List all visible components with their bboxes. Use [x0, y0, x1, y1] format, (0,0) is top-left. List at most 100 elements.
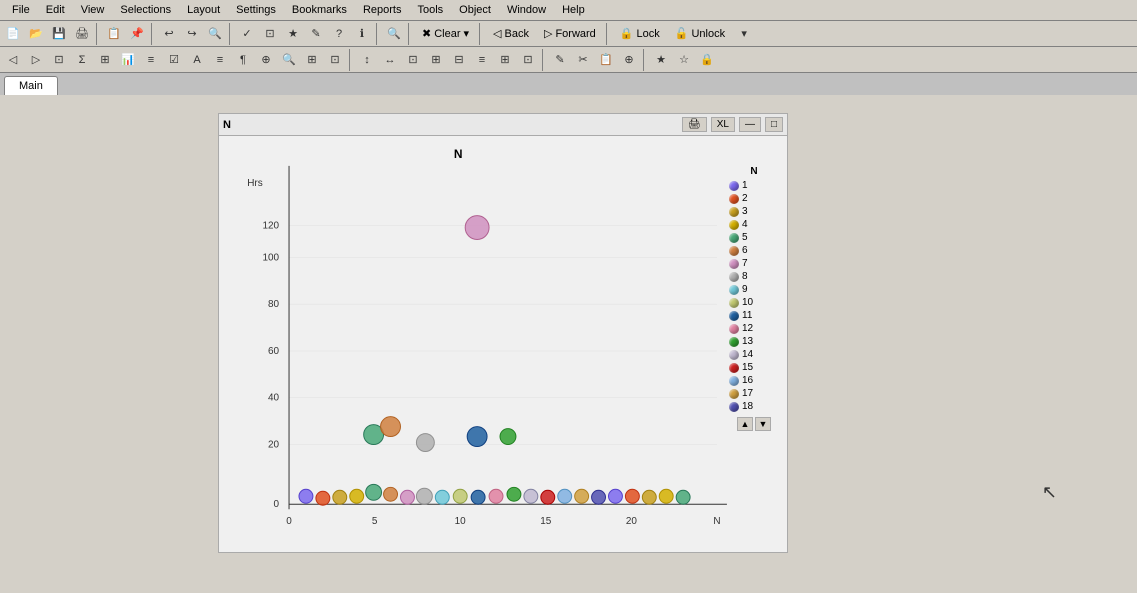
t2-btn12[interactable]: ⊕: [255, 49, 277, 71]
menu-layout[interactable]: Layout: [179, 2, 228, 18]
legend-dot: [729, 233, 739, 243]
t2-btn23[interactable]: ⊡: [517, 49, 539, 71]
legend-item: 1: [729, 179, 779, 192]
t2-btn9[interactable]: A: [186, 49, 208, 71]
print-btn[interactable]: 🖨: [71, 23, 93, 45]
legend-item: 9: [729, 283, 779, 296]
new-btn[interactable]: 📄: [2, 23, 24, 45]
back-icon: ◁: [493, 27, 501, 40]
svg-text:Hrs: Hrs: [247, 178, 262, 189]
undo-btn[interactable]: ↩: [158, 23, 180, 45]
t2-btn19[interactable]: ⊞: [425, 49, 447, 71]
forward-btn[interactable]: ▷ Forward: [537, 23, 603, 45]
t2-btn14[interactable]: ⊞: [301, 49, 323, 71]
legend-num: 17: [742, 387, 753, 400]
svg-text:20: 20: [268, 440, 280, 451]
legend-item: 8: [729, 270, 779, 283]
back-btn[interactable]: ◁ Back: [486, 23, 536, 45]
search2-btn[interactable]: 🔍: [383, 23, 405, 45]
paste-btn[interactable]: 📌: [126, 23, 148, 45]
t2-btn16[interactable]: ↕: [356, 49, 378, 71]
legend-num: 16: [742, 374, 753, 387]
tab-main[interactable]: Main: [4, 76, 58, 95]
legend-num: 14: [742, 348, 753, 361]
t2-btn5[interactable]: ⊞: [94, 49, 116, 71]
legend-dot: [729, 207, 739, 217]
info-btn[interactable]: ℹ: [351, 23, 373, 45]
t2-btn3[interactable]: ⊡: [48, 49, 70, 71]
menu-help[interactable]: Help: [554, 2, 593, 18]
menu-reports[interactable]: Reports: [355, 2, 410, 18]
legend-dot: [729, 363, 739, 373]
t2-btn15[interactable]: ⊡: [324, 49, 346, 71]
menu-file[interactable]: File: [4, 2, 38, 18]
t2-btn20[interactable]: ⊟: [448, 49, 470, 71]
legend-num: 6: [742, 244, 748, 257]
menu-view[interactable]: View: [73, 2, 113, 18]
legend-scroll-up[interactable]: ▲: [737, 417, 753, 431]
t2-btn30[interactable]: 🔒: [696, 49, 718, 71]
unlock-btn[interactable]: 🔓 Unlock: [668, 23, 732, 45]
chart-title-buttons: 🖨 XL — □: [682, 117, 783, 132]
t2-btn6[interactable]: 📊: [117, 49, 139, 71]
legend-scroll-down[interactable]: ▼: [755, 417, 771, 431]
open-btn[interactable]: 📂: [25, 23, 47, 45]
legend-dot: [729, 298, 739, 308]
check-btn[interactable]: ✓: [236, 23, 258, 45]
t2-btn10[interactable]: ≡: [209, 49, 231, 71]
toolbar-1: 📄 📂 💾 🖨 📋 📌 ↩ ↪ 🔍 ✓ ⊡ ★ ✎ ? ℹ 🔍 ✖ Clear …: [0, 21, 1137, 47]
t2-btn2[interactable]: ▷: [25, 49, 47, 71]
t2-btn21[interactable]: ≡: [471, 49, 493, 71]
t2-btn27[interactable]: ⊕: [618, 49, 640, 71]
chart-print-btn[interactable]: 🖨: [682, 117, 707, 132]
t2-btn17[interactable]: ↔: [379, 49, 401, 71]
t2-btn4[interactable]: Σ: [71, 49, 93, 71]
menu-edit[interactable]: Edit: [38, 2, 73, 18]
svg-text:80: 80: [268, 299, 280, 310]
t2-btn26[interactable]: 📋: [595, 49, 617, 71]
bookmark-btn[interactable]: ★: [282, 23, 304, 45]
legend-dot: [729, 181, 739, 191]
menu-window[interactable]: Window: [499, 2, 554, 18]
legend-num: 5: [742, 231, 748, 244]
chart-maximize-btn[interactable]: □: [765, 117, 783, 132]
help-btn[interactable]: ?: [328, 23, 350, 45]
t2-btn13[interactable]: 🔍: [278, 49, 300, 71]
legend-dot: [729, 194, 739, 204]
save-btn[interactable]: 💾: [48, 23, 70, 45]
t2-btn25[interactable]: ✂: [572, 49, 594, 71]
t2-btn22[interactable]: ⊞: [494, 49, 516, 71]
redo-btn[interactable]: ↪: [181, 23, 203, 45]
legend-num: 15: [742, 361, 753, 374]
menu-settings[interactable]: Settings: [228, 2, 284, 18]
chart-xl-btn[interactable]: XL: [711, 117, 735, 132]
clear-dropdown-icon: ▾: [464, 27, 470, 40]
lock-btn[interactable]: 🔒 Lock: [613, 23, 667, 45]
legend-dot: [729, 272, 739, 282]
chart-panel: N 🖨 XL — □ N Hrs: [218, 113, 788, 553]
t2-btn11[interactable]: ¶: [232, 49, 254, 71]
menu-tools[interactable]: Tools: [409, 2, 451, 18]
sep2: [151, 23, 155, 45]
clear-label: Clear: [434, 28, 460, 40]
clear-btn[interactable]: ✖ Clear ▾: [415, 23, 476, 45]
search-btn[interactable]: 🔍: [204, 23, 226, 45]
legend-dot: [729, 350, 739, 360]
t2-btn28[interactable]: ★: [650, 49, 672, 71]
menu-selections[interactable]: Selections: [112, 2, 179, 18]
t2-btn8[interactable]: ☑: [163, 49, 185, 71]
t2-btn1[interactable]: ◁: [2, 49, 24, 71]
menu-object[interactable]: Object: [451, 2, 499, 18]
copy-btn[interactable]: 📋: [103, 23, 125, 45]
t2-btn29[interactable]: ☆: [673, 49, 695, 71]
menu-bookmarks[interactable]: Bookmarks: [284, 2, 355, 18]
edit2-btn[interactable]: ✎: [305, 23, 327, 45]
t2-btn18[interactable]: ⊡: [402, 49, 424, 71]
more-btn[interactable]: ▾: [733, 23, 755, 45]
legend-item: 17: [729, 387, 779, 400]
t2-btn7[interactable]: ≡: [140, 49, 162, 71]
legend-item: 14: [729, 348, 779, 361]
select-btn[interactable]: ⊡: [259, 23, 281, 45]
chart-minimize-btn[interactable]: —: [739, 117, 761, 132]
t2-btn24[interactable]: ✎: [549, 49, 571, 71]
